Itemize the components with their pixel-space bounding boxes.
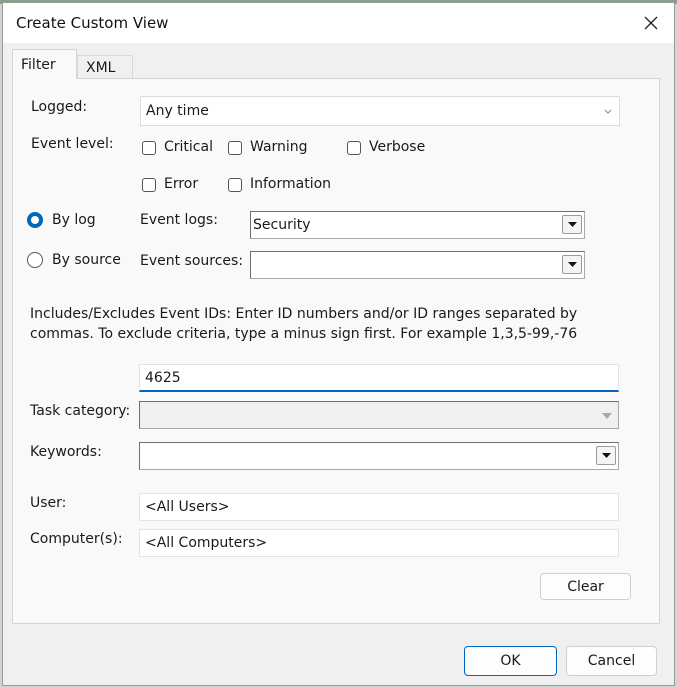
computers-value: <All Computers>	[145, 535, 268, 551]
create-custom-view-dialog: Create Custom View Filter XML Logged: An…	[2, 2, 675, 686]
user-value: <All Users>	[145, 499, 230, 515]
dropdown-arrow-icon	[601, 453, 611, 458]
computers-input[interactable]: <All Computers>	[139, 529, 619, 557]
chevron-down-icon	[604, 109, 612, 114]
critical-label: Critical	[164, 139, 213, 155]
dialog-title: Create Custom View	[16, 14, 169, 32]
ok-button[interactable]: OK	[464, 646, 557, 676]
close-icon	[644, 16, 658, 30]
dropdown-arrow-icon	[567, 222, 577, 227]
user-input[interactable]: <All Users>	[139, 493, 619, 521]
close-button[interactable]	[628, 3, 674, 43]
error-label: Error	[164, 176, 199, 192]
keywords-dropdown-button[interactable]	[596, 446, 616, 465]
verbose-checkbox[interactable]	[347, 141, 361, 155]
clear-button[interactable]: Clear	[540, 573, 631, 600]
tab-filter[interactable]: Filter	[12, 49, 77, 79]
warning-checkbox[interactable]	[228, 141, 242, 155]
warning-label: Warning	[250, 139, 308, 155]
error-checkbox[interactable]	[142, 178, 156, 192]
event-level-label: Event level:	[31, 136, 114, 152]
keywords-dropdown[interactable]	[139, 442, 619, 470]
event-logs-dropdown[interactable]: Security	[250, 211, 585, 239]
verbose-label: Verbose	[369, 139, 426, 155]
by-log-radio[interactable]	[27, 212, 43, 228]
information-checkbox[interactable]	[228, 178, 242, 192]
event-sources-dropdown[interactable]	[250, 251, 585, 279]
information-label: Information	[250, 176, 332, 192]
event-ids-input[interactable]: 4625	[139, 364, 619, 392]
by-source-label: By source	[52, 252, 121, 268]
logged-value: Any time	[146, 103, 209, 119]
by-source-radio[interactable]	[27, 252, 43, 268]
dropdown-arrow-icon	[602, 413, 612, 419]
dropdown-arrow-icon	[567, 262, 577, 267]
cancel-button[interactable]: Cancel	[566, 646, 657, 676]
event-logs-dropdown-button[interactable]	[562, 215, 582, 234]
logged-dropdown[interactable]: Any time	[140, 96, 620, 126]
event-sources-label: Event sources:	[140, 253, 244, 269]
logged-label: Logged:	[31, 99, 88, 115]
event-logs-value: Security	[253, 217, 311, 233]
user-label: User:	[30, 495, 67, 511]
computers-label: Computer(s):	[30, 531, 123, 547]
event-ids-value: 4625	[145, 369, 181, 386]
task-category-label: Task category:	[30, 403, 131, 419]
by-log-label: By log	[52, 212, 96, 228]
tab-xml[interactable]: XML	[77, 55, 133, 79]
event-logs-label: Event logs:	[140, 212, 218, 228]
title-bar: Create Custom View	[3, 3, 674, 43]
event-sources-dropdown-button[interactable]	[562, 255, 582, 274]
task-category-dropdown[interactable]	[139, 401, 619, 429]
keywords-label: Keywords:	[30, 444, 102, 460]
critical-checkbox[interactable]	[142, 141, 156, 155]
event-ids-description: Includes/Excludes Event IDs: Enter ID nu…	[30, 306, 578, 342]
